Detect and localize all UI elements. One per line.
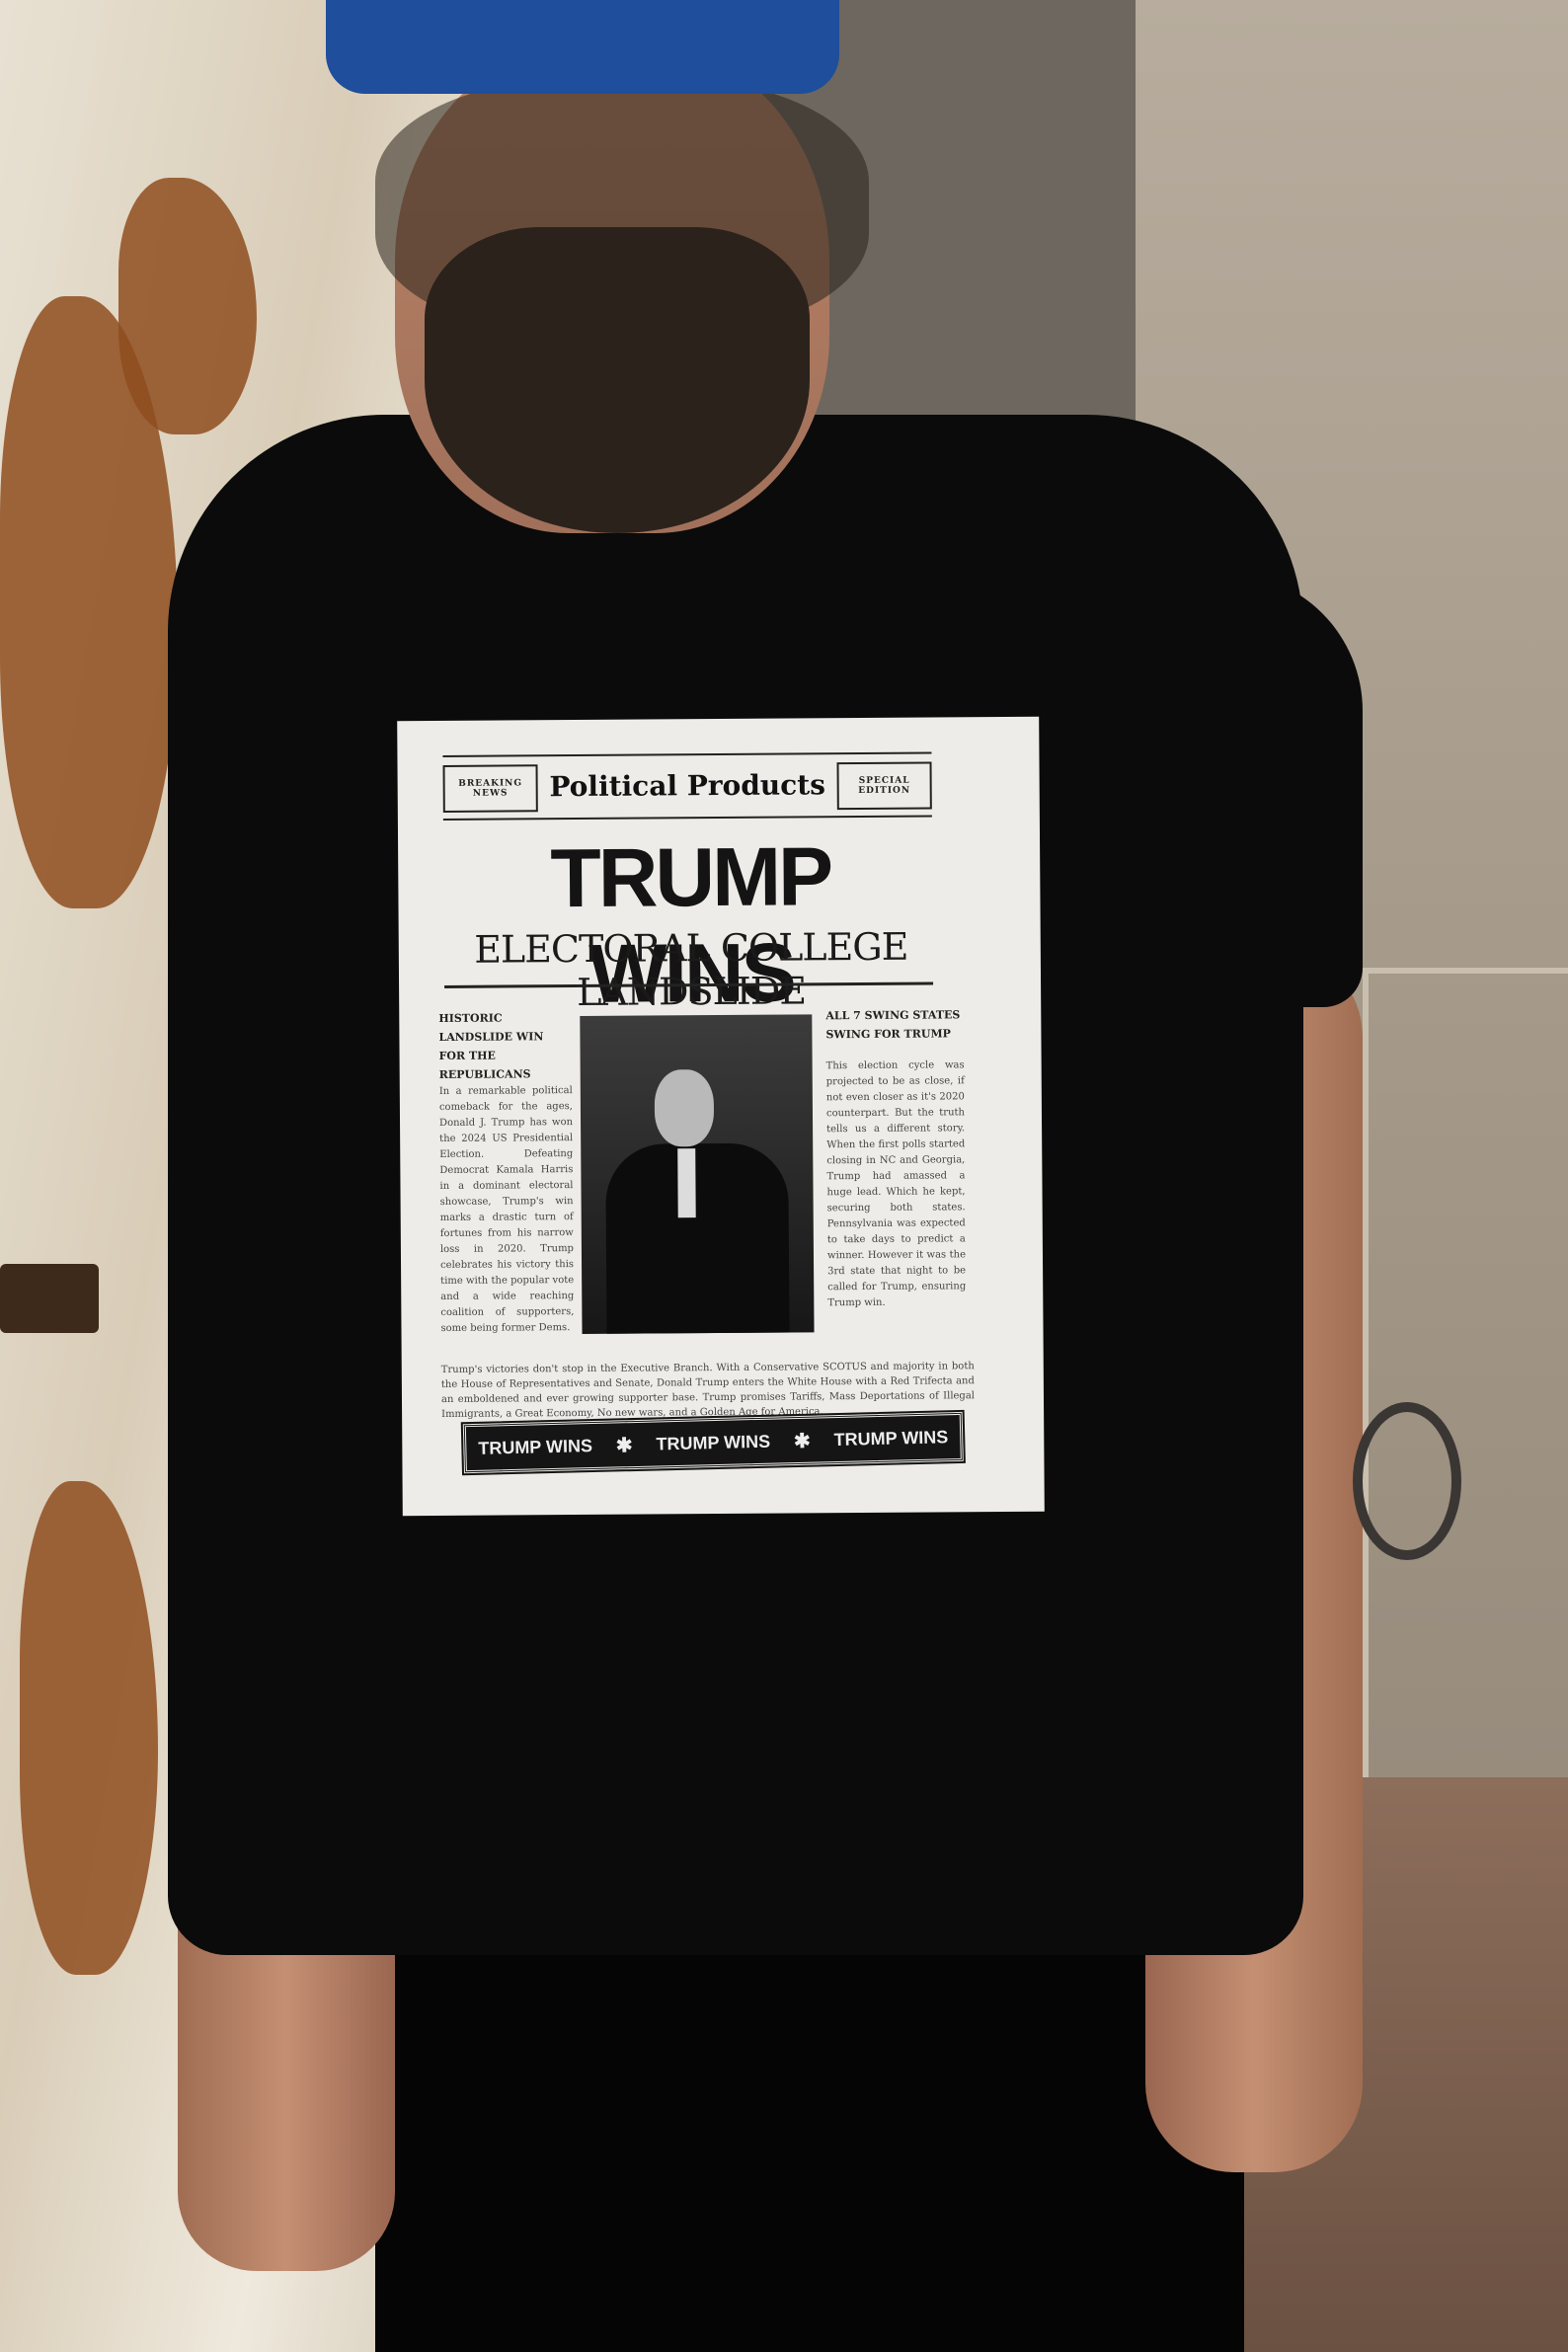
right-column-body: This election cycle was projected to be … bbox=[825, 1059, 967, 1309]
banner-text: TRUMP WINS bbox=[656, 1431, 771, 1453]
publication-name: Political Products bbox=[549, 768, 826, 804]
suit bbox=[605, 1142, 790, 1334]
left-column-body: In a remarkable political comeback for t… bbox=[438, 1085, 575, 1334]
badge-special-edition: SPECIAL EDITION bbox=[836, 761, 932, 811]
beard bbox=[425, 227, 810, 533]
face bbox=[654, 1069, 715, 1147]
tshirt-sleeve-right bbox=[1106, 573, 1363, 1007]
right-column-heading: ALL 7 SWING STATES SWING FOR TRUMP bbox=[825, 1008, 961, 1042]
tshirt-sleeve-left bbox=[168, 553, 395, 968]
banner-text: TRUMP WINS bbox=[478, 1435, 593, 1458]
door-latch bbox=[0, 1264, 99, 1333]
shirt bbox=[677, 1148, 696, 1218]
blue-cap bbox=[326, 0, 839, 94]
badge-breaking-news: BREAKING NEWS bbox=[442, 764, 538, 813]
footer-paragraph: Trump's victories don't stop in the Exec… bbox=[440, 1361, 976, 1420]
banner-separator: ✱ bbox=[615, 1434, 633, 1456]
left-column-heading: HISTORIC LANDSLIDE WIN FOR THE REPUBLICA… bbox=[438, 1011, 544, 1081]
subheadline: ELECTORAL COLLEGE LANDSLIDE bbox=[474, 924, 908, 1015]
banner-separator: ✱ bbox=[793, 1430, 812, 1452]
banner-text: TRUMP WINS bbox=[833, 1426, 949, 1450]
arm-tattoo bbox=[1353, 1402, 1461, 1560]
portrait-photo bbox=[580, 1014, 815, 1334]
photo-scene: BREAKING NEWS Political Products SPECIAL… bbox=[0, 0, 1568, 2352]
metal-gate bbox=[1363, 968, 1568, 1783]
masthead: BREAKING NEWS Political Products SPECIAL… bbox=[442, 751, 932, 821]
newspaper-print: BREAKING NEWS Political Products SPECIAL… bbox=[397, 716, 1045, 1517]
